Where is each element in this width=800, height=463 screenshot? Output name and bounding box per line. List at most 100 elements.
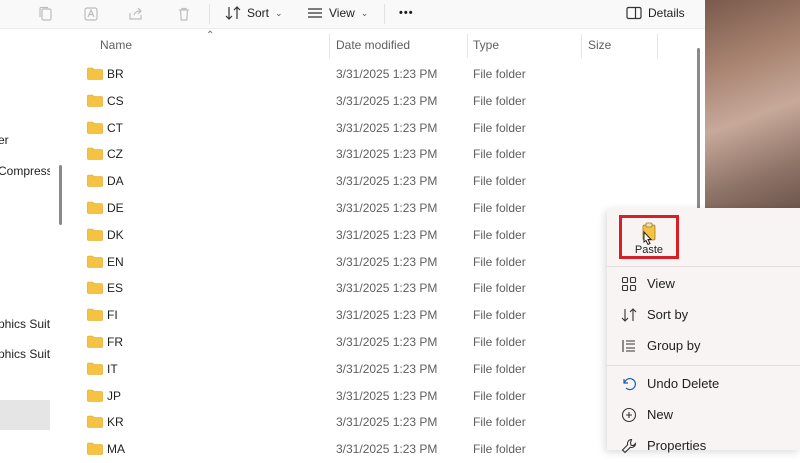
nav-item[interactable]: phics Suite bbox=[0, 317, 50, 331]
table-row[interactable]: BR 3/31/2025 1:23 PM File folder bbox=[66, 61, 705, 88]
file-date-modified: 3/31/2025 1:23 PM bbox=[336, 147, 438, 162]
file-date-modified: 3/31/2025 1:23 PM bbox=[336, 442, 438, 457]
file-date-modified: 3/31/2025 1:23 PM bbox=[336, 281, 438, 296]
delete-icon[interactable] bbox=[176, 6, 192, 22]
folder-icon bbox=[87, 174, 103, 187]
folder-icon bbox=[87, 281, 103, 295]
sort-ascending-icon: ⌃ bbox=[206, 30, 215, 41]
menu-item-label: Undo Delete bbox=[647, 376, 720, 391]
share-icon[interactable] bbox=[128, 6, 144, 22]
folder-icon bbox=[87, 147, 103, 161]
details-pane-icon bbox=[626, 6, 642, 20]
nav-item[interactable]: phics Suite bbox=[0, 347, 50, 361]
menu-item-properties[interactable]: Properties bbox=[607, 432, 800, 460]
file-name: EN bbox=[107, 254, 124, 269]
menu-divider bbox=[607, 266, 800, 267]
menu-item-undo-delete[interactable]: Undo Delete bbox=[607, 370, 800, 398]
file-type: File folder bbox=[473, 227, 526, 242]
file-name: IT bbox=[107, 361, 118, 376]
sort-button[interactable]: Sort ⌄ bbox=[225, 4, 283, 22]
file-date-modified: 3/31/2025 1:23 PM bbox=[336, 388, 438, 403]
folder-icon bbox=[87, 228, 103, 241]
file-name: JP bbox=[107, 388, 122, 403]
chevron-down-icon: ⌄ bbox=[275, 7, 283, 18]
sort-label: Sort bbox=[247, 6, 270, 20]
folder-icon bbox=[87, 442, 103, 455]
file-type: File folder bbox=[473, 388, 526, 403]
column-divider[interactable] bbox=[467, 34, 468, 58]
folder-icon bbox=[87, 362, 103, 375]
file-date-modified: 3/31/2025 1:23 PM bbox=[336, 415, 438, 430]
file-date-modified: 3/31/2025 1:23 PM bbox=[336, 174, 438, 189]
desktop-wallpaper bbox=[705, 0, 800, 210]
nav-item[interactable]: er bbox=[0, 133, 9, 147]
file-name: CS bbox=[107, 93, 124, 108]
folder-icon bbox=[87, 94, 103, 107]
file-list-scrollbar[interactable] bbox=[697, 48, 700, 216]
column-divider[interactable] bbox=[657, 34, 658, 58]
folder-icon bbox=[87, 308, 103, 321]
column-divider[interactable] bbox=[329, 34, 330, 58]
rename-icon[interactable] bbox=[83, 6, 99, 22]
file-date-modified: 3/31/2025 1:23 PM bbox=[336, 93, 438, 108]
column-header-name[interactable]: Name bbox=[100, 38, 132, 52]
context-menu-quick-actions: Paste bbox=[607, 208, 800, 264]
list-view-icon bbox=[308, 8, 322, 18]
file-type: File folder bbox=[473, 361, 526, 376]
details-label: Details bbox=[648, 6, 685, 20]
file-date-modified: 3/31/2025 1:23 PM bbox=[336, 254, 438, 269]
folder-icon bbox=[87, 389, 103, 402]
file-date-modified: 3/31/2025 1:23 PM bbox=[336, 308, 438, 323]
file-name: CT bbox=[107, 120, 123, 135]
file-type: File folder bbox=[473, 335, 526, 349]
undo-icon bbox=[621, 376, 637, 392]
file-type: File folder bbox=[473, 254, 526, 269]
file-name: BR bbox=[107, 67, 124, 81]
folder-icon bbox=[87, 121, 103, 134]
nav-item[interactable]: Compresso bbox=[0, 164, 50, 178]
menu-item-group-by[interactable]: Group by bbox=[607, 332, 800, 360]
context-menu: Paste View Sort by Group by Undo Delete … bbox=[607, 208, 800, 454]
column-header-size[interactable]: Size bbox=[588, 38, 611, 52]
nav-selected-item[interactable] bbox=[0, 400, 50, 430]
folder-icon bbox=[87, 415, 103, 429]
file-date-modified: 3/31/2025 1:23 PM bbox=[336, 227, 438, 242]
file-date-modified: 3/31/2025 1:23 PM bbox=[336, 201, 438, 215]
file-type: File folder bbox=[473, 67, 526, 81]
menu-divider bbox=[607, 365, 800, 366]
menu-item-view[interactable]: View bbox=[607, 270, 800, 298]
table-row[interactable]: CT 3/31/2025 1:23 PM File folder bbox=[66, 115, 705, 142]
table-row[interactable]: CS 3/31/2025 1:23 PM File folder bbox=[66, 88, 705, 115]
column-divider[interactable] bbox=[581, 34, 582, 58]
menu-item-label: View bbox=[647, 276, 675, 291]
menu-item-new[interactable]: New bbox=[607, 401, 800, 429]
file-type: File folder bbox=[473, 174, 526, 189]
column-header-type[interactable]: Type bbox=[473, 38, 499, 52]
more-options-button[interactable]: ••• bbox=[399, 4, 414, 22]
file-type: File folder bbox=[473, 415, 526, 430]
table-row[interactable]: CZ 3/31/2025 1:23 PM File folder bbox=[66, 141, 705, 168]
details-button[interactable]: Details bbox=[626, 4, 685, 22]
file-type: File folder bbox=[473, 120, 526, 135]
sort-icon bbox=[621, 307, 637, 323]
navigation-pane: er Compresso phics Suite phics Suite bbox=[0, 29, 50, 450]
more-label: ••• bbox=[399, 7, 414, 19]
menu-item-sort-by[interactable]: Sort by bbox=[607, 301, 800, 329]
file-name: MA bbox=[107, 442, 125, 457]
table-row[interactable]: DA 3/31/2025 1:23 PM File folder bbox=[66, 168, 705, 195]
file-type: File folder bbox=[473, 308, 526, 323]
folder-icon bbox=[87, 255, 103, 268]
chevron-down-icon: ⌄ bbox=[360, 7, 369, 18]
nav-scrollbar[interactable] bbox=[59, 165, 62, 225]
column-header-date[interactable]: Date modified bbox=[336, 38, 410, 52]
file-type: File folder bbox=[473, 201, 526, 215]
view-button[interactable]: View ⌄ bbox=[307, 4, 368, 22]
file-name: DE bbox=[107, 201, 124, 215]
menu-item-label: New bbox=[647, 407, 674, 422]
menu-item-label: Sort by bbox=[647, 307, 689, 322]
command-bar: Sort ⌄ View ⌄ ••• Details bbox=[0, 0, 705, 29]
copy-icon[interactable] bbox=[38, 6, 54, 22]
file-type: File folder bbox=[473, 93, 526, 108]
sort-icon bbox=[225, 6, 241, 20]
file-name: CZ bbox=[107, 147, 123, 162]
